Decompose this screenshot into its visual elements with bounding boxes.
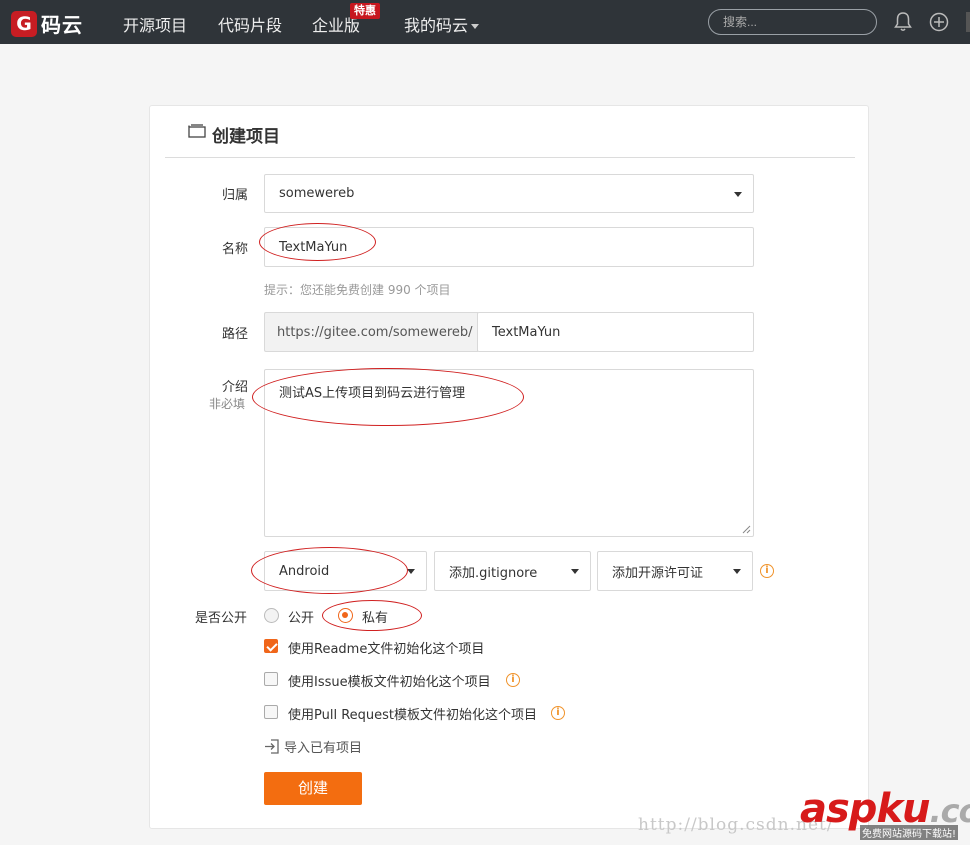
intro-optional-label: 非必填 [209, 397, 246, 411]
chevron-down-icon [471, 24, 480, 29]
resize-grip-icon[interactable] [742, 525, 751, 534]
name-value: TextMaYun [279, 239, 348, 255]
nav-my-gitee[interactable]: 我的码云 [404, 12, 480, 36]
logo-text: 码云 [41, 13, 83, 37]
path-value: TextMaYun [492, 324, 561, 340]
readme-checkbox-label[interactable]: 使用Readme文件初始化这个项目 [288, 638, 484, 657]
search-input[interactable] [708, 9, 877, 35]
chevron-down-icon [571, 569, 579, 574]
radio-private[interactable] [338, 608, 353, 623]
path-label: 路径 [222, 327, 249, 342]
readme-checkbox[interactable] [264, 639, 278, 653]
card-header: 创建项目 [165, 106, 855, 158]
name-input[interactable]: TextMaYun [264, 227, 754, 267]
create-button[interactable]: 创建 [264, 772, 362, 805]
info-icon[interactable]: i [506, 673, 520, 687]
import-project-link[interactable]: 导入已有项目 [264, 737, 362, 756]
promo-badge: 特惠 [350, 3, 380, 19]
language-select[interactable]: Android [264, 551, 427, 591]
chevron-down-icon [734, 191, 742, 197]
chevron-down-icon [407, 569, 415, 574]
intro-textarea[interactable]: 测试AS上传项目到码云进行管理 [264, 369, 754, 537]
issue-template-checkbox-label[interactable]: 使用Issue模板文件初始化这个项目 [288, 671, 491, 690]
gitee-logo-icon: G [11, 10, 37, 37]
logo[interactable]: G 码云 [11, 9, 83, 38]
radio-public[interactable] [264, 608, 279, 623]
chevron-down-icon [733, 569, 741, 574]
plus-circle-icon[interactable] [929, 12, 949, 32]
nav-my-gitee-label: 我的码云 [404, 16, 469, 35]
nav-edge [966, 12, 970, 32]
top-navbar: G 码云 开源项目 代码片段 企业版 特惠 我的码云 [0, 0, 970, 44]
path-prefix: https://gitee.com/somewereb/ [264, 312, 478, 352]
visibility-label: 是否公开 [195, 611, 248, 626]
import-icon [265, 739, 279, 754]
owner-label: 归属 [222, 188, 249, 203]
name-label: 名称 [222, 242, 249, 257]
license-select[interactable]: 添加开源许可证 [597, 551, 753, 591]
info-icon[interactable]: i [760, 564, 774, 578]
radio-public-label[interactable]: 公开 [288, 607, 314, 626]
import-project-label: 导入已有项目 [284, 741, 363, 756]
quota-hint: 提示：您还能免费创建 990 个项目 [264, 283, 451, 297]
owner-select[interactable]: somewereb [264, 174, 754, 213]
license-value: 添加开源许可证 [612, 565, 704, 581]
pr-template-checkbox-label[interactable]: 使用Pull Request模板文件初始化这个项目 [288, 704, 537, 723]
watermark-sub: 免费网站源码下载站! [860, 825, 959, 840]
language-value: Android [279, 563, 330, 579]
intro-value: 测试AS上传项目到码云进行管理 [279, 386, 466, 401]
bell-icon[interactable] [893, 11, 913, 33]
issue-template-checkbox[interactable] [264, 672, 278, 686]
pr-template-checkbox[interactable] [264, 705, 278, 719]
gitignore-select[interactable]: 添加.gitignore [434, 551, 591, 591]
gitignore-value: 添加.gitignore [449, 565, 538, 581]
radio-private-label[interactable]: 私有 [362, 607, 388, 626]
nav-open-source[interactable]: 开源项目 [123, 12, 187, 36]
page-title: 创建项目 [212, 127, 280, 147]
info-icon[interactable]: i [551, 706, 565, 720]
nav-code-snippets[interactable]: 代码片段 [218, 12, 282, 36]
path-input[interactable]: TextMaYun [477, 312, 754, 352]
folder-icon [188, 124, 206, 138]
owner-value: somewereb [279, 186, 355, 201]
intro-label: 介绍 [222, 380, 249, 395]
